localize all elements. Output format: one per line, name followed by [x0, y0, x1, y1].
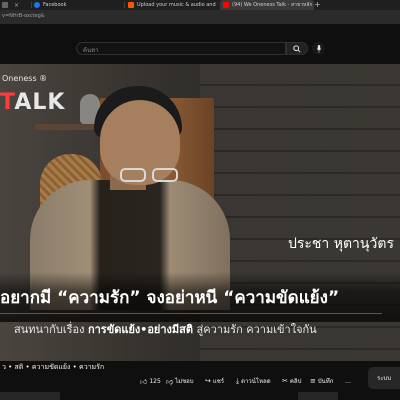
tab-close-icon[interactable]: × [14, 2, 19, 9]
save-playlist-icon: ≡ [310, 377, 316, 385]
more-actions-button[interactable]: … [345, 374, 351, 388]
address-bar[interactable]: v=NHrB-oxcteg& [0, 10, 400, 24]
subheadline: สนทนากับเรื่อง การขัดแย้ง•อย่างมีสติ สู่… [14, 323, 317, 336]
tab-label: Facebook [43, 2, 67, 8]
browser-tab-0[interactable]: × [2, 0, 28, 10]
headline-underline [0, 313, 382, 314]
share-button[interactable]: ↪ แชร์ [205, 374, 224, 388]
new-tab-button[interactable]: + [314, 0, 321, 10]
microphone-icon [316, 44, 321, 53]
dislike-label: ไม่ชอบ [175, 378, 194, 385]
bottom-strip [0, 390, 400, 400]
download-icon: ⤓ [236, 376, 240, 385]
browser-tab-youtube[interactable]: (94) We Oneness Talk - สาขาหลัก × [220, 0, 314, 10]
search-button[interactable] [286, 42, 308, 55]
clip-button[interactable]: ✂ คลิป [282, 374, 301, 388]
download-label: ดาวน์โหลด [241, 378, 271, 385]
save-button[interactable]: ≡ บันทึก [310, 374, 333, 388]
tab-divider [31, 2, 32, 8]
glasses [114, 168, 186, 184]
voice-search-button[interactable] [312, 42, 325, 55]
download-button[interactable]: ⤓ ดาวน์โหลด [236, 374, 271, 388]
save-label: บันทึก [317, 378, 334, 385]
join-button[interactable]: ระบบ [368, 367, 400, 389]
speaker-name: ประชา หุตานุวัตร [288, 236, 394, 252]
youtube-icon [223, 2, 229, 8]
thumbs-up-icon: 👍︎ [140, 377, 148, 386]
video-title: ว • สติ • ความขัดแย้ง • ความรัก [2, 363, 105, 371]
browser-tab-strip: × Facebook Upload your music & audio and… [0, 0, 400, 10]
channel-logo-small: Oneness ® [2, 74, 48, 83]
thumbs-down-icon: 👎︎ [166, 377, 174, 386]
url-text: v=NHrB-oxcteg& [2, 13, 45, 19]
tab-divider [124, 2, 125, 8]
join-label: ระบบ [376, 375, 392, 382]
like-button[interactable]: 👍︎ 125 [140, 374, 161, 388]
recommended-thumbnail[interactable] [0, 392, 60, 400]
share-icon: ↪ [205, 377, 211, 385]
facebook-icon [34, 2, 40, 8]
tab-label: Upload your music & audio and [137, 2, 216, 8]
headline-quote: อยากมี “ความรัก” จงอย่าหนี “ความขัดแย้ง” [0, 288, 340, 308]
search-icon [293, 44, 301, 53]
channel-logo-talk: TALK [0, 90, 66, 115]
like-count: 125 [149, 377, 161, 385]
recommended-thumbnail[interactable] [298, 392, 338, 400]
clip-label: คลิป [289, 378, 302, 385]
tab-label: (94) We Oneness Talk - สาขาหลัก [232, 2, 313, 8]
search-placeholder: ค้นหา [83, 47, 99, 54]
dislike-button[interactable]: 👎︎ ไม่ชอบ [166, 374, 194, 388]
scissors-icon: ✂ [282, 377, 288, 385]
browser-tab-soundcloud[interactable]: Upload your music & audio and [128, 0, 216, 10]
soundcloud-icon [128, 2, 134, 8]
share-label: แชร์ [212, 378, 225, 385]
browser-tab-facebook[interactable]: Facebook [34, 0, 122, 10]
more-icon: … [345, 377, 351, 385]
tab-favicon-icon [2, 2, 8, 8]
search-input[interactable]: ค้นหา [76, 42, 286, 55]
